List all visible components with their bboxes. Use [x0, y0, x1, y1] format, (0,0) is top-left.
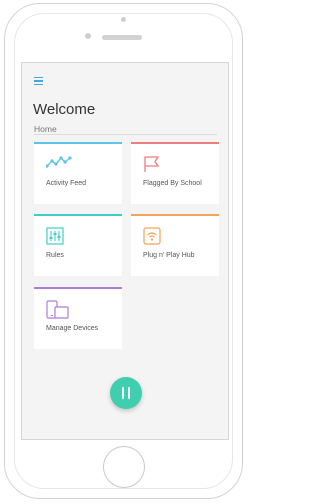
tile-manage-devices[interactable]: Manage Devices	[34, 287, 122, 349]
app-screen: Welcome Home Activity Feed Flagged By Sc…	[21, 62, 229, 440]
speaker-grille	[102, 35, 142, 40]
front-camera	[85, 33, 91, 39]
divider	[34, 134, 217, 135]
page-title: Welcome	[33, 101, 96, 118]
pause-button[interactable]	[110, 377, 142, 409]
tile-label: Flagged By School	[143, 180, 202, 187]
pause-icon	[121, 387, 124, 399]
tile-activity-feed[interactable]: Activity Feed	[34, 142, 122, 204]
home-button[interactable]	[103, 446, 145, 488]
tile-flagged-by-school[interactable]: Flagged By School	[131, 142, 219, 204]
devices-icon	[46, 300, 69, 319]
tile-label: Plug n' Play Hub	[143, 252, 195, 259]
camera-dot	[121, 17, 126, 22]
hamburger-menu-icon[interactable]	[34, 77, 43, 85]
wifi-hub-icon	[143, 227, 161, 245]
breadcrumb: Home	[34, 124, 57, 134]
tile-plug-n-play-hub[interactable]: Plug n' Play Hub	[131, 214, 219, 276]
flag-icon	[144, 156, 160, 172]
activity-line-icon	[46, 156, 72, 168]
tile-label: Activity Feed	[46, 180, 87, 187]
tile-label: Manage Devices	[46, 325, 99, 332]
tile-label: Rules	[46, 252, 64, 259]
tile-rules[interactable]: Rules	[34, 214, 122, 276]
sliders-icon	[46, 227, 64, 245]
